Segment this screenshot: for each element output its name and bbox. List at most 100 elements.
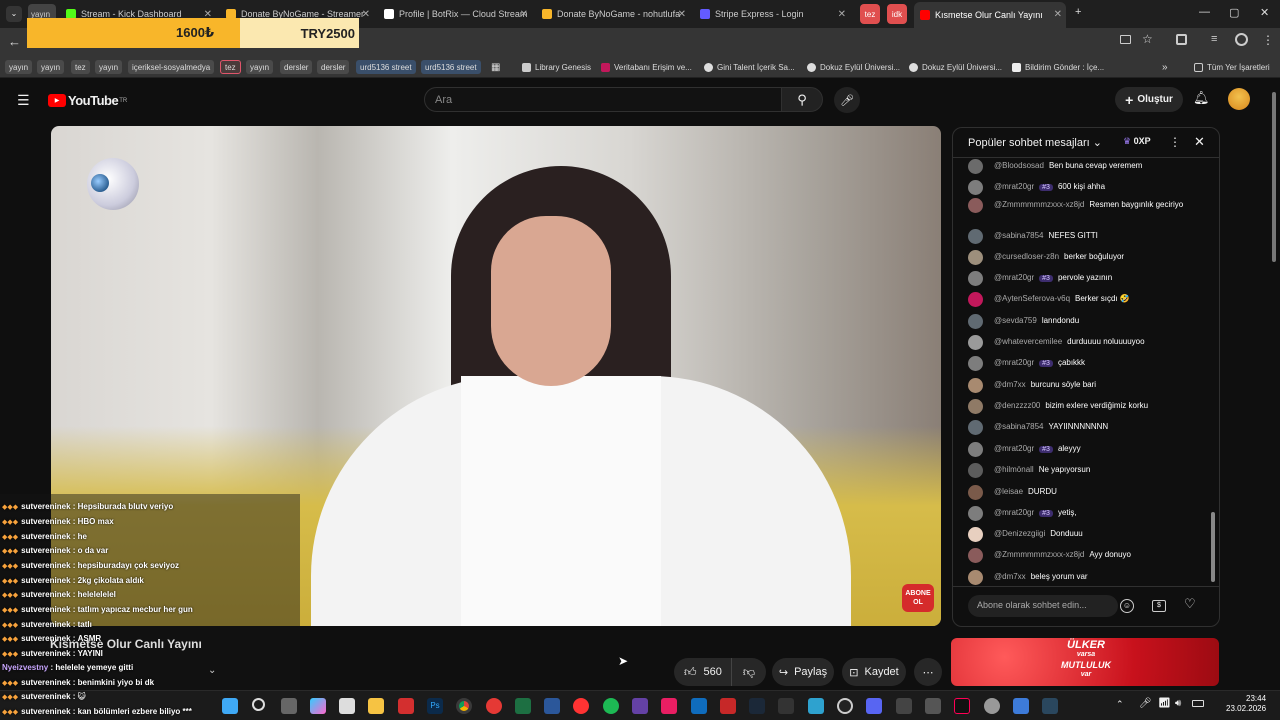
chat-message[interactable]: @sabina7854 NEFES GITTI bbox=[968, 229, 1208, 244]
avatar[interactable] bbox=[968, 292, 983, 307]
bookmark-veritabani[interactable]: Veritabanı Erişim ve... bbox=[601, 60, 692, 74]
chat-message[interactable]: @AytenSeferova-v6q Berker sıçdı 🤣 bbox=[968, 292, 1208, 307]
copilot-icon[interactable] bbox=[310, 698, 326, 714]
chat-author[interactable]: @hilmönall bbox=[994, 465, 1034, 474]
chat-message[interactable]: @Zmmmmmmzxxx-xz8jd Ayy donuyo bbox=[968, 548, 1208, 563]
bookmark-folder-street[interactable]: urd5136 street bbox=[356, 60, 416, 74]
avatar[interactable] bbox=[968, 548, 983, 563]
avatar[interactable] bbox=[968, 335, 983, 350]
chat-message[interactable]: @dm7xx burcunu söyle bari bbox=[968, 378, 1208, 393]
close-icon[interactable]: ✕ bbox=[838, 9, 846, 20]
tab-search-button[interactable]: ⌄ bbox=[6, 6, 22, 22]
chat-author[interactable]: @mrat20gr bbox=[994, 273, 1034, 282]
close-chat-icon[interactable]: ✕ bbox=[1194, 134, 1205, 150]
minimize-icon[interactable]: — bbox=[1199, 6, 1210, 18]
heart-icon[interactable]: ♡ bbox=[1184, 596, 1196, 612]
volume-icon[interactable]: 🔊︎ bbox=[1175, 698, 1181, 709]
notifications-bell-icon[interactable]: 🔔︎ bbox=[1193, 90, 1210, 106]
chat-scroll-track[interactable] bbox=[1210, 160, 1216, 590]
yandex-icon[interactable] bbox=[573, 698, 589, 714]
bookmark-deu-1[interactable]: Dokuz Eylül Üniversi... bbox=[807, 60, 900, 74]
twitch-studio-icon[interactable] bbox=[632, 698, 648, 714]
task-view-icon[interactable] bbox=[281, 698, 297, 714]
search-button[interactable]: ⚲ bbox=[781, 87, 823, 112]
bookmark-folder-street[interactable]: urd5136 street bbox=[421, 60, 481, 74]
bookmark-deu-2[interactable]: Dokuz Eylül Üniversi... bbox=[909, 60, 1002, 74]
avatar[interactable] bbox=[968, 180, 983, 195]
chat-message[interactable]: @whatevercemilee durduuuu noluuuuyoo bbox=[968, 335, 1208, 350]
chat-message[interactable]: @mrat20gr #3 aleyyy bbox=[968, 442, 1208, 457]
chat-author[interactable]: @AytenSeferova-v6q bbox=[994, 294, 1070, 303]
chat-message[interactable]: @Bloodsosad Ben buna cevap veremem bbox=[968, 159, 1208, 174]
outlook-icon[interactable] bbox=[691, 698, 707, 714]
media-icon[interactable]: ≡ bbox=[1211, 33, 1217, 45]
more-bookmarks-icon[interactable]: » bbox=[1162, 60, 1168, 74]
chat-message[interactable]: @Denizezgiigi Donduuu bbox=[968, 527, 1208, 542]
menu-kebab-icon[interactable]: ⋮ bbox=[1262, 33, 1274, 47]
chat-message[interactable]: @mrat20gr #3 çabıkkk bbox=[968, 356, 1208, 371]
steam-tray-icon[interactable] bbox=[1042, 698, 1058, 714]
tray-chevron-icon[interactable]: ⌃ bbox=[1116, 699, 1124, 710]
app-icon[interactable] bbox=[486, 698, 502, 714]
avatar[interactable] bbox=[968, 442, 983, 457]
avatar[interactable] bbox=[968, 485, 983, 500]
profile-icon[interactable] bbox=[1235, 33, 1248, 46]
obs-icon[interactable] bbox=[837, 698, 853, 714]
app-icon[interactable] bbox=[808, 698, 824, 714]
avatar[interactable] bbox=[968, 463, 983, 478]
extensions-icon[interactable] bbox=[1176, 34, 1187, 45]
tab-kismetse-olur[interactable]: Kısmetse Olur Canlı Yayını ✕ bbox=[914, 2, 1066, 28]
windows-start-icon[interactable] bbox=[222, 698, 238, 714]
new-tab-button[interactable]: + bbox=[1075, 6, 1081, 18]
steam-icon[interactable] bbox=[749, 698, 765, 714]
chat-message[interactable]: @mrat20gr #3 600 kişi ahha bbox=[968, 180, 1208, 195]
chat-author[interactable]: @mrat20gr bbox=[994, 508, 1034, 517]
chat-mode-dropdown[interactable]: Popüler sohbet mesajları ⌄ bbox=[968, 136, 1102, 149]
page-scrollbar[interactable] bbox=[1270, 86, 1278, 686]
chat-author[interactable]: @dm7xx bbox=[994, 572, 1026, 581]
tab-tez[interactable]: tez bbox=[860, 4, 880, 24]
app-icon[interactable] bbox=[1013, 698, 1029, 714]
system-clock[interactable]: 23:44 23.02.2026 bbox=[1226, 694, 1266, 714]
close-icon[interactable]: ✕ bbox=[1054, 9, 1062, 20]
excel-icon[interactable] bbox=[515, 698, 531, 714]
bookmark-bildirim[interactable]: Bildirim Gönder : İçe... bbox=[1012, 60, 1104, 74]
page-scroll-thumb[interactable] bbox=[1272, 92, 1276, 262]
chrome-icon[interactable] bbox=[456, 698, 472, 714]
chat-author[interactable]: @sabina7854 bbox=[994, 422, 1044, 431]
description-expand-icon[interactable]: ⌄ bbox=[208, 665, 216, 676]
avatar[interactable] bbox=[968, 399, 983, 414]
tiktok-icon[interactable] bbox=[954, 698, 970, 714]
avatar[interactable] bbox=[968, 506, 983, 521]
chat-author[interactable]: @dm7xx bbox=[994, 380, 1026, 389]
chat-input[interactable]: Abone olarak sohbet edin... bbox=[968, 595, 1118, 617]
more-actions-button[interactable]: ⋯ bbox=[914, 658, 942, 686]
avatar[interactable] bbox=[968, 250, 983, 265]
tab-donate-nohutlufa[interactable]: Donate ByNoGame - nohutlufa ✕ bbox=[542, 4, 690, 24]
window-close-icon[interactable]: ✕ bbox=[1260, 6, 1269, 19]
chat-message[interactable]: @dm7xx beleş yorum var bbox=[968, 570, 1208, 585]
bookmark-folder-yayin[interactable]: yayın bbox=[5, 60, 33, 74]
chat-message[interactable]: @cursedloser-z8n berker boğuluyor bbox=[968, 250, 1208, 265]
like-button[interactable]: 👍︎ 560 bbox=[674, 658, 732, 686]
chat-author[interactable]: @cursedloser-z8n bbox=[994, 252, 1059, 261]
chat-author[interactable]: @mrat20gr bbox=[994, 182, 1034, 191]
bookmark-star-icon[interactable]: ☆ bbox=[1142, 32, 1153, 46]
back-icon[interactable]: ← bbox=[8, 34, 21, 49]
avatar[interactable] bbox=[968, 159, 983, 174]
apps-grid-icon[interactable]: ▦ bbox=[491, 60, 500, 74]
bookmark-folder-dersler[interactable]: dersler bbox=[280, 60, 313, 74]
close-icon[interactable]: ✕ bbox=[678, 9, 686, 20]
create-button[interactable]: + Oluştur bbox=[1115, 87, 1183, 112]
bookmark-folder-yayin[interactable]: yayın bbox=[37, 60, 65, 74]
chat-author[interactable]: @mrat20gr bbox=[994, 444, 1034, 453]
bookmark-folder-tez[interactable]: tez bbox=[220, 60, 241, 74]
chat-author[interactable]: @mrat20gr bbox=[994, 358, 1034, 367]
search-icon[interactable] bbox=[252, 698, 265, 711]
chat-author[interactable]: @Zmmmmmmzxxx-xz8jd bbox=[994, 550, 1084, 559]
chat-message[interactable]: @sevda759 lanndondu bbox=[968, 314, 1208, 329]
app-icon[interactable] bbox=[925, 698, 941, 714]
tab-idk[interactable]: idk bbox=[887, 4, 907, 24]
avatar[interactable] bbox=[968, 198, 983, 213]
share-button[interactable]: ↪ Paylaş bbox=[772, 658, 834, 686]
